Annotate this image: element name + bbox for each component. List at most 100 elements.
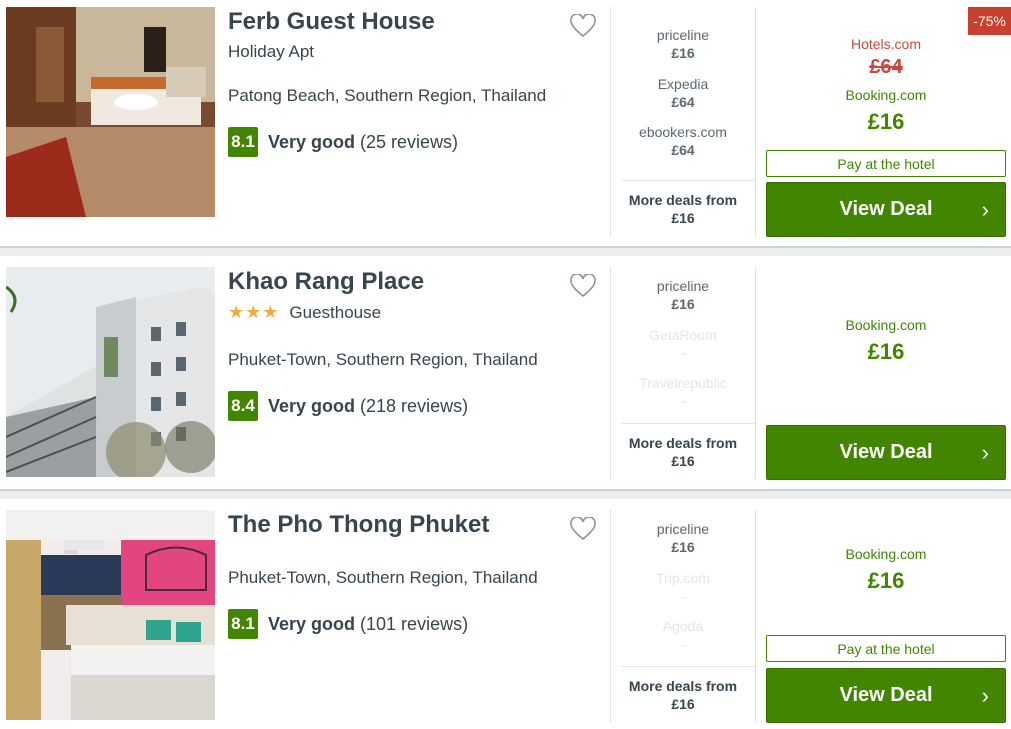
- original-provider: Hotels.com: [850, 36, 922, 52]
- more-deals-link[interactable]: More deals from £16: [611, 191, 755, 227]
- provider-price: £16: [671, 45, 695, 61]
- provider-name: priceline: [656, 27, 710, 43]
- review-count: (218 reviews): [360, 395, 469, 416]
- provider-price: -: [680, 588, 686, 604]
- divider: [755, 7, 756, 236]
- provider-name: Expedia: [657, 76, 709, 92]
- provider-price: £16: [671, 296, 695, 312]
- favorite-heart-icon[interactable]: [570, 517, 596, 541]
- accommodation-type: Guesthouse: [289, 302, 382, 322]
- hotel-card: Khao Rang Place ★★★ Guesthouse Phuket-To…: [0, 256, 1011, 489]
- chevron-right-icon: ›: [981, 440, 989, 465]
- deal-provider[interactable]: priceline £16: [611, 521, 755, 555]
- deal-provider: Agoda -: [611, 618, 755, 652]
- more-deals-label: More deals from: [628, 192, 738, 208]
- provider-name: GetaRoom: [649, 327, 717, 343]
- divider: [755, 267, 756, 479]
- rating-row[interactable]: 8.4 Very good (218 reviews): [228, 391, 468, 421]
- review-count: (101 reviews): [360, 613, 469, 634]
- view-deal-button[interactable]: View Deal ›: [766, 182, 1006, 237]
- pay-at-hotel-badge: Pay at the hotel: [766, 150, 1006, 177]
- more-deals-price: £16: [671, 453, 695, 469]
- hotel-name[interactable]: The Pho Thong Phuket: [228, 511, 489, 539]
- divider: [621, 666, 755, 667]
- more-deals-link[interactable]: More deals from £16: [611, 434, 755, 470]
- rating-score: 8.1: [228, 609, 258, 639]
- provider-price: £64: [671, 94, 695, 110]
- rating-row[interactable]: 8.1 Very good (25 reviews): [228, 127, 458, 157]
- provider-price: -: [680, 393, 686, 409]
- best-deal[interactable]: Booking.com £16: [766, 317, 1006, 365]
- hotel-card: The Pho Thong Phuket Phuket-Town, Southe…: [0, 499, 1011, 729]
- view-deal-button[interactable]: View Deal ›: [766, 668, 1006, 723]
- favorite-heart-icon[interactable]: [570, 14, 596, 38]
- chevron-right-icon: ›: [981, 683, 989, 708]
- more-deals-price: £16: [671, 210, 695, 226]
- hotel-card: Ferb Guest House Holiday Apt Patong Beac…: [0, 0, 1011, 245]
- hotel-photo[interactable]: [6, 267, 215, 477]
- deal-provider[interactable]: ebookers.com £64: [611, 124, 755, 158]
- original-price: £64: [869, 56, 903, 78]
- best-provider: Booking.com: [845, 546, 927, 562]
- rating-text: Very good: [268, 131, 356, 152]
- divider: [621, 180, 755, 181]
- hotel-location: Phuket-Town, Southern Region, Thailand: [228, 350, 538, 369]
- accommodation-type: Holiday Apt: [228, 42, 314, 61]
- view-deal-button[interactable]: View Deal ›: [766, 425, 1006, 480]
- card-separator: [0, 489, 1011, 499]
- view-deal-label: View Deal: [839, 684, 933, 706]
- rating-row[interactable]: 8.1 Very good (101 reviews): [228, 609, 468, 639]
- hotel-info: Ferb Guest House Holiday Apt: [228, 8, 435, 62]
- provider-price: -: [680, 636, 686, 652]
- pay-at-hotel-badge: Pay at the hotel: [766, 635, 1006, 662]
- more-deals-link[interactable]: More deals from £16: [611, 677, 755, 713]
- hotel-info: Khao Rang Place ★★★ Guesthouse: [228, 268, 424, 323]
- card-separator: [0, 246, 1011, 256]
- rating-text: Very good: [268, 395, 356, 416]
- best-price: £16: [867, 109, 905, 134]
- best-price: £16: [867, 339, 905, 364]
- divider: [621, 423, 755, 424]
- hotel-photo[interactable]: [6, 510, 215, 720]
- best-deal[interactable]: Hotels.com £64 Booking.com £16: [766, 36, 1006, 135]
- deal-provider[interactable]: Expedia £64: [611, 76, 755, 110]
- chevron-right-icon: ›: [981, 197, 989, 222]
- hotel-location: Patong Beach, Southern Region, Thailand: [228, 86, 547, 105]
- hotel-location: Phuket-Town, Southern Region, Thailand: [228, 568, 538, 587]
- view-deal-label: View Deal: [839, 441, 933, 463]
- more-deals-label: More deals from: [628, 435, 738, 451]
- hotel-class-row: ★★★ Guesthouse: [228, 302, 424, 323]
- rating-score: 8.4: [228, 391, 258, 421]
- deal-provider: Travelrepublic -: [611, 375, 755, 409]
- more-deals-price: £16: [671, 696, 695, 712]
- deal-provider: Trip.com -: [611, 570, 755, 604]
- review-count: (25 reviews): [360, 131, 459, 152]
- provider-name: Trip.com: [656, 570, 710, 586]
- provider-price: £16: [671, 539, 695, 555]
- hotel-name[interactable]: Ferb Guest House: [228, 8, 435, 36]
- provider-name: Travelrepublic: [639, 375, 727, 391]
- best-provider: Booking.com: [845, 87, 927, 103]
- star-rating-icon: ★★★: [228, 302, 280, 322]
- best-deal[interactable]: Booking.com £16: [766, 546, 1006, 594]
- rating-score: 8.1: [228, 127, 258, 157]
- provider-price: £64: [671, 142, 695, 158]
- provider-name: priceline: [656, 521, 710, 537]
- deal-provider[interactable]: priceline £16: [611, 278, 755, 312]
- deal-provider: GetaRoom -: [611, 327, 755, 361]
- provider-name: Agoda: [662, 618, 704, 634]
- divider: [755, 510, 756, 722]
- hotel-info: The Pho Thong Phuket: [228, 511, 489, 539]
- provider-name: priceline: [656, 278, 710, 294]
- view-deal-label: View Deal: [839, 198, 933, 220]
- deal-provider[interactable]: priceline £16: [611, 27, 755, 61]
- provider-price: -: [680, 345, 686, 361]
- discount-badge: -75%: [968, 7, 1011, 35]
- rating-text: Very good: [268, 613, 356, 634]
- best-provider: Booking.com: [845, 317, 927, 333]
- provider-name: ebookers.com: [639, 124, 727, 140]
- hotel-name[interactable]: Khao Rang Place: [228, 268, 424, 296]
- best-price: £16: [867, 568, 905, 593]
- hotel-photo[interactable]: [6, 7, 215, 217]
- favorite-heart-icon[interactable]: [570, 274, 596, 298]
